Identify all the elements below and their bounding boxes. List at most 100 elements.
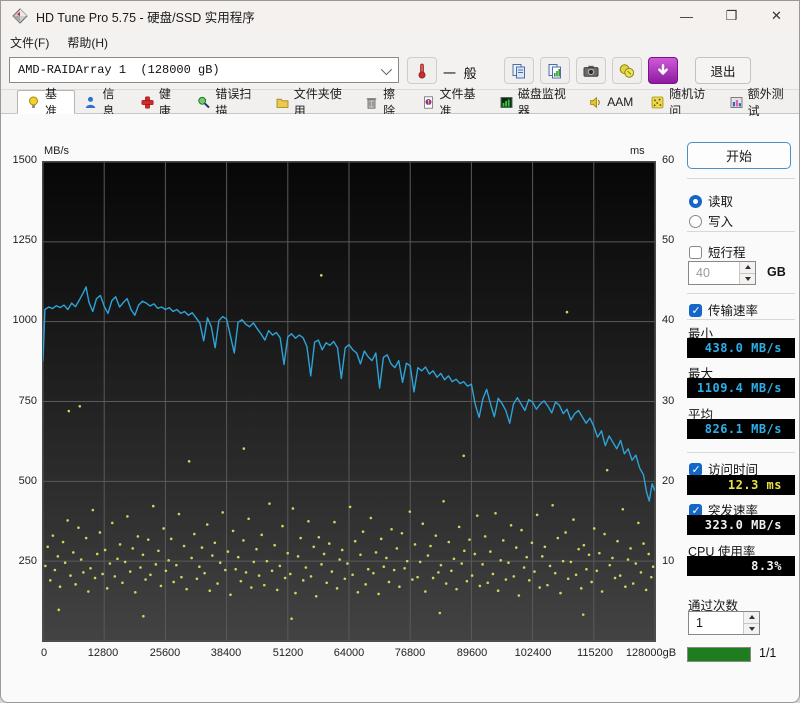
tab-benchmark[interactable]: 基准 [17, 87, 76, 118]
pass-count-input[interactable]: 1 [688, 611, 760, 635]
short-stroke-checkbox[interactable]: 短行程 [689, 242, 746, 261]
x-tick: 0 [40, 647, 48, 659]
read-radio[interactable]: 读取 [689, 191, 733, 210]
max-value-lcd: 1109.4 MB/s [687, 378, 795, 398]
window-title: HD Tune Pro 5.75 - 硬盘/SSD 实用程序 [36, 10, 255, 25]
x-tick: 89600 [456, 647, 488, 659]
maximize-icon[interactable]: ❒ [709, 1, 754, 31]
temperature-button[interactable] [407, 57, 437, 84]
short-stroke-spinner[interactable] [739, 262, 755, 284]
pass-count-spinner[interactable] [743, 612, 759, 634]
trash-icon [366, 97, 377, 109]
x-tick: 115200 [577, 647, 613, 659]
download-arrow-icon [658, 63, 668, 75]
write-label: 写入 [708, 215, 734, 229]
right-axis-unit: ms [630, 145, 645, 157]
y-tick: 500 [18, 475, 37, 487]
coins-icon [619, 63, 635, 78]
start-button[interactable]: 开始 [687, 142, 791, 169]
scatter-dots-icon [651, 96, 664, 108]
title-bar: HD Tune Pro 5.75 - 硬盘/SSD 实用程序 — ❒ ✕ [1, 1, 799, 31]
copy-text-button[interactable] [504, 57, 534, 84]
exit-button[interactable]: 退出 [695, 57, 751, 84]
progress-text: 1/1 [759, 646, 777, 660]
y-tick: 1500 [12, 154, 37, 166]
radio-icon [689, 215, 702, 228]
save-results-button[interactable] [612, 57, 642, 84]
write-radio[interactable]: 写入 [689, 211, 733, 230]
y-tick: 1250 [12, 234, 37, 246]
x-tick: 76800 [394, 647, 426, 659]
cpu-usage-lcd: 8.3% [687, 556, 795, 576]
tab-disk-monitor[interactable]: 磁盘监视器 [491, 87, 580, 118]
avg-value-lcd: 826.1 MB/s [687, 419, 795, 439]
chart-area: MB/s ms 1500 1250 1000 750 500 250 60 50… [1, 114, 683, 689]
divider [687, 231, 795, 232]
y2-tick: 50 [662, 234, 675, 246]
divider [687, 178, 795, 179]
transfer-rate-label: 传输速率 [708, 304, 759, 318]
tab-file-benchmark[interactable]: 文件基准 [413, 87, 491, 118]
tab-bar: 基准 信息 健康 错误扫描 文件夹使用 擦除 文件基准 磁盘监视器 AAM 随机… [1, 87, 799, 118]
radio-selected-icon [689, 195, 702, 208]
y-tick: 750 [18, 395, 37, 407]
thermometer-icon [418, 63, 426, 78]
menu-help[interactable]: 帮助(H) [67, 34, 108, 51]
lightbulb-icon [29, 96, 38, 108]
speaker-icon [590, 96, 601, 108]
y-tick: 1000 [12, 314, 37, 326]
copy-pages-icon [512, 63, 525, 78]
app-icon [12, 8, 28, 24]
tab-aam[interactable]: AAM [580, 90, 642, 114]
benchmark-plot-svg [43, 162, 655, 641]
drive-select-value: AMD-RAIDArray 1 (128000 gB) [18, 63, 220, 77]
burst-rate-lcd: 323.0 MB/s [687, 515, 795, 535]
toolbar: AMD-RAIDArray 1 (128000 gB) 一 般 退出 [1, 53, 799, 89]
chevron-down-icon [380, 63, 393, 76]
short-stroke-input[interactable]: 40 [688, 261, 756, 285]
x-tick: 102400 [514, 647, 552, 659]
read-label: 读取 [708, 195, 734, 209]
divider [687, 293, 795, 294]
menu-file[interactable]: 文件(F) [10, 34, 49, 51]
pass-count-value: 1 [696, 616, 703, 630]
x-tick: 25600 [149, 647, 181, 659]
screenshot-button[interactable] [576, 57, 606, 84]
checkbox-icon [689, 246, 702, 259]
short-stroke-label: 短行程 [708, 246, 746, 260]
tab-erase[interactable]: 擦除 [356, 87, 412, 118]
minimize-icon[interactable]: — [664, 1, 709, 31]
update-button[interactable] [648, 57, 678, 84]
x-tick: 64000 [333, 647, 365, 659]
progress-bar [687, 647, 751, 662]
tab-folder-usage[interactable]: 文件夹使用 [267, 87, 356, 118]
short-stroke-value: 40 [696, 266, 710, 280]
short-stroke-unit: GB [767, 265, 786, 279]
window-controls: — ❒ ✕ [664, 1, 799, 31]
tab-random-access[interactable]: 随机访问 [642, 87, 720, 118]
y2-tick: 40 [662, 314, 675, 326]
x-tick: 12800 [87, 647, 119, 659]
divider [687, 319, 795, 320]
app-window: HD Tune Pro 5.75 - 硬盘/SSD 实用程序 — ❒ ✕ 文件(… [0, 0, 800, 703]
transfer-rate-checkbox[interactable]: 传输速率 [689, 300, 758, 319]
drive-select-dropdown[interactable]: AMD-RAIDArray 1 (128000 gB) [9, 57, 399, 83]
tab-info[interactable]: 信息 [75, 87, 131, 118]
copy-chart-icon [548, 63, 561, 78]
close-icon[interactable]: ✕ [754, 1, 799, 31]
access-time-lcd: 12.3 ms [687, 475, 795, 495]
x-tick: 51200 [272, 647, 304, 659]
y-tick: 250 [18, 555, 37, 567]
camera-icon [583, 65, 599, 77]
temperature-status: 一 般 [443, 66, 479, 81]
copy-image-button[interactable] [540, 57, 570, 84]
y2-tick: 30 [662, 395, 675, 407]
x-tick: 128000gB [625, 647, 677, 659]
tab-error-scan[interactable]: 错误扫描 [188, 87, 266, 118]
x-tick: 38400 [210, 647, 242, 659]
y2-tick: 10 [662, 555, 675, 567]
tab-health[interactable]: 健康 [132, 87, 188, 118]
person-icon [86, 96, 96, 108]
tab-label: AAM [607, 95, 634, 109]
tab-extra-tests[interactable]: 额外测试 [721, 87, 799, 118]
